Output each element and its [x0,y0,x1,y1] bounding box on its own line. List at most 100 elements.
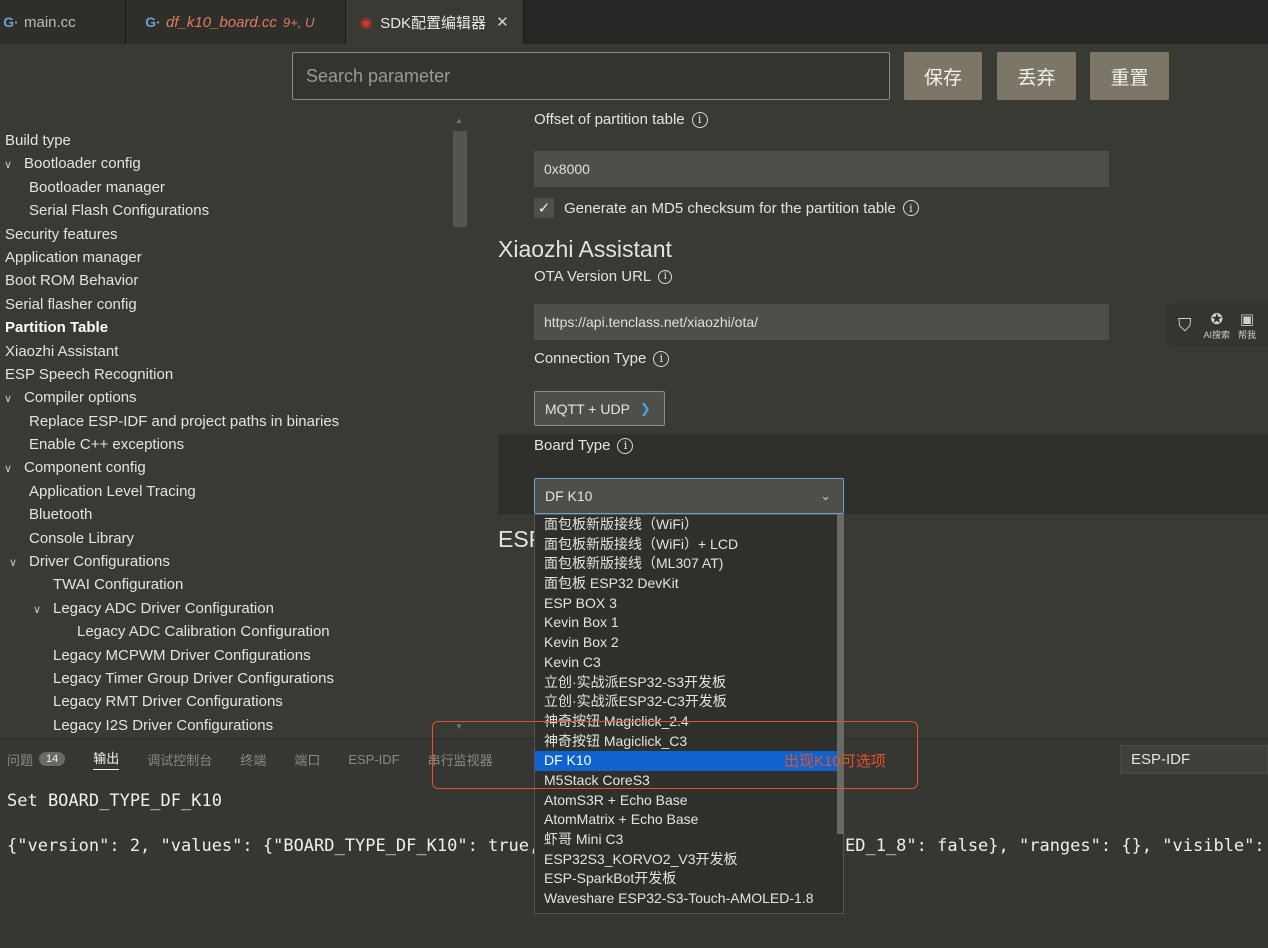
ai-search-button[interactable]: ✪ AI搜索 [1204,310,1231,341]
tree-item[interactable]: Partition Table [0,316,460,339]
output-line: {"version": 2, "values": {"BOARD_TYPE_DF… [7,836,540,856]
tree-item[interactable]: Application manager [0,246,460,269]
connection-type-text: Connection Type [534,350,647,367]
chevron-down-icon[interactable]: ∨ [29,599,45,622]
board-option[interactable]: 虾哥 Mini C3 [535,830,843,850]
board-option[interactable]: 面包板新版接线（WiFi） [535,515,843,535]
board-option[interactable]: Kevin Box 1 [535,613,843,633]
tree-item[interactable]: ∨ Bootloader config [0,152,460,175]
discard-button[interactable]: 丢弃 [997,52,1076,100]
tree-item[interactable]: TWAI Configuration [0,573,460,596]
board-option[interactable]: ESP-SparkBot开发板 [535,869,843,889]
board-option[interactable]: 面包板新版接线（WiFi）+ LCD [535,535,843,555]
board-option[interactable]: AtomS3R + Echo Base [535,791,843,811]
tab-main-cc[interactable]: G· main.cc [0,0,126,44]
chevron-down-icon[interactable]: ∨ [0,388,16,411]
chevron-down-icon[interactable]: ∨ [0,154,16,177]
offset-input[interactable]: 0x8000 [534,151,1109,187]
help-label: 帮我 [1238,329,1257,340]
close-icon[interactable]: ✕ [496,13,509,31]
tab-esp-idf[interactable]: ESP-IDF [348,752,399,767]
reset-button[interactable]: 重置 [1090,52,1169,100]
tab-terminal[interactable]: 终端 [240,750,266,769]
tab-output[interactable]: 输出 [93,748,120,770]
board-option[interactable]: ESP BOX 3 [535,594,843,614]
tree-item[interactable]: Bluetooth [0,503,460,526]
chevron-down-icon: ⌄ [820,488,831,503]
chevron-down-icon[interactable]: ∨ [5,552,21,575]
tree-item-label: Compiler options [24,389,137,407]
tree-item[interactable]: Boot ROM Behavior [0,269,460,292]
md5-label: Generate an MD5 checksum for the partiti… [564,199,896,217]
connection-type-select[interactable]: MQTT + UDP ❯ [534,391,665,426]
output-source-select[interactable]: ESP-IDF [1120,745,1268,774]
tree-item-label: Bluetooth [29,506,93,524]
tree-item[interactable]: Application Level Tracing [0,480,460,503]
board-option[interactable]: Waveshare ESP32-S3-Touch-AMOLED-1.8 [535,889,843,909]
md5-checkbox[interactable]: ✓ [534,198,554,218]
tree-item[interactable]: Build type [0,129,460,152]
output-line-continued: ED_1_8": false}, "ranges": {}, "visible"… [845,836,1265,856]
tree-item[interactable]: Legacy Timer Group Driver Configurations [0,667,460,690]
info-icon[interactable]: i [902,200,919,216]
offset-label-text: Offset of partition table [534,111,685,128]
tree-item[interactable]: Enable C++ exceptions [0,433,460,456]
annotation-text: 出现K10可选项 [784,753,886,770]
tree-item[interactable]: Replace ESP-IDF and project paths in bin… [0,410,460,433]
board-option[interactable]: 面包板 ESP32 DevKit [535,574,843,594]
help-button[interactable]: ▣ 帮我 [1238,310,1256,341]
tree-item-label: Enable C++ exceptions [29,436,185,454]
tree-item[interactable]: ∨ Compiler options [0,386,460,409]
board-type-select[interactable]: DF K10 ⌄ [534,478,844,514]
info-icon[interactable]: i [658,269,673,284]
info-icon[interactable]: i [617,437,634,454]
shield-icon[interactable]: ⛉ [1178,315,1192,336]
info-icon[interactable]: i [653,350,670,367]
tab-debug-console[interactable]: 调试控制台 [147,750,212,769]
tree-item-label: Legacy MCPWM Driver Configurations [53,646,311,664]
info-icon[interactable]: i [691,111,708,128]
output-source-value: ESP-IDF [1131,751,1191,768]
tree-item[interactable]: Legacy ADC Calibration Configuration [0,620,460,643]
tree-item[interactable]: Security features [0,223,460,246]
tree-item[interactable]: ∨ Legacy ADC Driver Configuration [0,597,460,620]
tab-ports[interactable]: 端口 [294,750,320,769]
board-option[interactable]: Kevin C3 [535,653,843,673]
tab-problems[interactable]: 问题 14 [7,750,66,769]
tree-item[interactable]: ESP Speech Recognition [0,363,460,386]
tree-item[interactable]: Xiaozhi Assistant [0,340,460,363]
tree-item[interactable]: Bootloader manager [0,176,460,199]
tree-item[interactable]: Serial flasher config [0,293,460,316]
ota-label: OTA Version URL i [534,268,673,285]
md5-option: ✓ Generate an MD5 checksum for the parti… [534,198,919,218]
save-button[interactable]: 保存 [904,52,982,100]
tree-item-label: Replace ESP-IDF and project paths in bin… [29,412,340,430]
tree-item-label: Console Library [29,529,135,547]
board-option[interactable]: 立创·实战派ESP32-C3开发板 [535,692,843,712]
tab-label: main.cc [24,13,76,31]
tree-item[interactable]: ∨ Component config [0,456,460,479]
tab-sdk-config-editor[interactable]: ◉ SDK配置编辑器 ✕ [346,0,524,44]
tree-item[interactable]: Console Library [0,527,460,550]
tree-item[interactable]: ∨ Driver Configurations [0,550,460,573]
board-option[interactable]: ESP32S3_KORVO2_V3开发板 [535,850,843,870]
scroll-up-arrow[interactable]: ▲ [455,116,463,125]
problems-count-badge: 14 [39,752,66,766]
tree-item[interactable]: Legacy I2S Driver Configurations [0,714,460,737]
chevron-down-icon[interactable]: ∨ [0,458,16,481]
tree-item[interactable]: Legacy RMT Driver Configurations [0,690,460,713]
output-line: Set BOARD_TYPE_DF_K10 [7,791,222,811]
tree-item[interactable]: Legacy MCPWM Driver Configurations [0,644,460,667]
tree-item[interactable]: Serial Flash Configurations [0,199,460,222]
board-option[interactable]: Kevin Box 2 [535,633,843,653]
tree-item-label: Legacy RMT Driver Configurations [53,693,283,711]
board-option[interactable]: 立创·实战派ESP32-S3开发板 [535,673,843,693]
ota-url-input[interactable]: https://api.tenclass.net/xiaozhi/ota/ [534,304,1109,340]
board-option[interactable]: AtomMatrix + Echo Base [535,810,843,830]
tab-df-k10-board[interactable]: G· df_k10_board.cc 9+, U [126,0,346,44]
board-option[interactable]: 面包板新版接线（ML307 AT) [535,554,843,574]
offset-value: 0x8000 [544,161,590,177]
tree-item-label: Driver Configurations [29,553,170,571]
search-input[interactable]: Search parameter [292,52,890,100]
tree-scrollbar[interactable] [453,131,467,227]
